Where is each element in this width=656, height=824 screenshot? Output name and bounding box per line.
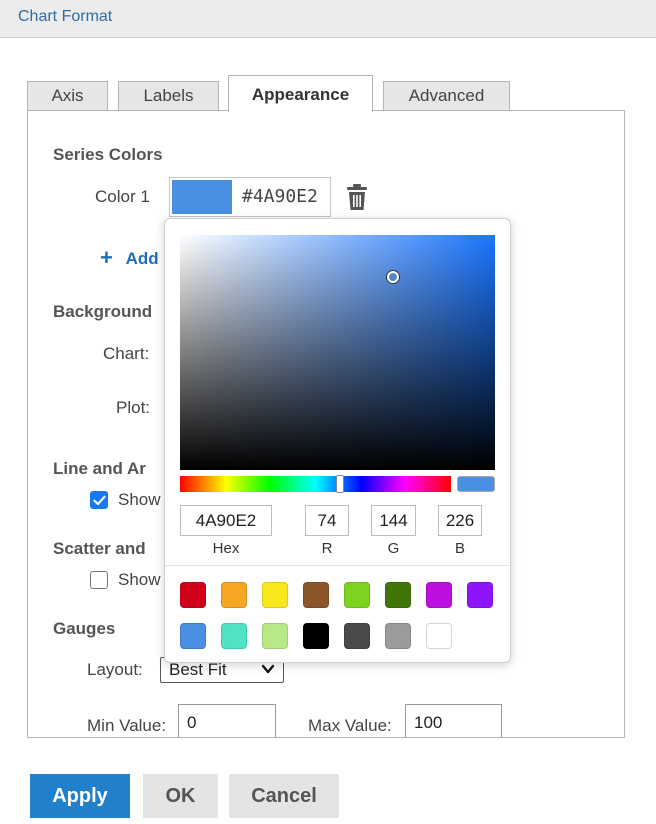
- tab-appearance[interactable]: Appearance: [228, 75, 373, 112]
- preset-swatch[interactable]: [426, 623, 452, 649]
- chevron-down-icon: [261, 664, 275, 674]
- hex-input[interactable]: 4A90E2: [180, 505, 272, 536]
- line-area-show-checkbox[interactable]: [90, 491, 108, 509]
- dialog-titlebar: Chart Format: [0, 0, 656, 38]
- preset-swatch[interactable]: [180, 582, 206, 608]
- line-area-show-label: Show: [118, 490, 161, 509]
- ok-button[interactable]: OK: [143, 774, 218, 818]
- preset-swatch[interactable]: [344, 623, 370, 649]
- g-label: G: [387, 540, 400, 557]
- color-preview: [457, 476, 495, 492]
- r-label: R: [321, 540, 333, 557]
- line-area-title: Line and Ar: [53, 459, 146, 478]
- r-input[interactable]: 74: [305, 505, 349, 536]
- trash-icon[interactable]: [346, 183, 368, 211]
- preset-swatch[interactable]: [385, 582, 411, 608]
- color-selection-handle[interactable]: [387, 271, 399, 283]
- gauge-layout-label: Layout:: [87, 660, 143, 679]
- cancel-button[interactable]: Cancel: [229, 774, 339, 818]
- add-color-label: Add: [125, 249, 159, 268]
- hex-label: Hex: [212, 540, 240, 557]
- preset-swatch[interactable]: [344, 582, 370, 608]
- picker-divider: [165, 565, 510, 566]
- tab-axis[interactable]: Axis: [27, 81, 108, 111]
- scatter-show-label: Show: [118, 570, 161, 589]
- g-input[interactable]: 144: [371, 505, 416, 536]
- preset-swatch[interactable]: [426, 582, 452, 608]
- color1-swatch: [172, 180, 232, 214]
- series-colors-title: Series Colors: [53, 145, 163, 164]
- color1-picker-button[interactable]: #4A90E2: [169, 177, 331, 217]
- preset-swatch[interactable]: [221, 623, 247, 649]
- preset-swatch[interactable]: [262, 582, 288, 608]
- hue-slider-thumb[interactable]: [336, 475, 344, 493]
- preset-swatch[interactable]: [180, 623, 206, 649]
- color1-label: Color 1: [95, 187, 150, 206]
- saturation-value-area[interactable]: [180, 235, 495, 470]
- preset-swatch[interactable]: [467, 582, 493, 608]
- max-value-input[interactable]: 100: [405, 704, 502, 737]
- preset-swatch[interactable]: [221, 582, 247, 608]
- min-value-input[interactable]: 0: [178, 704, 276, 737]
- color1-hex-value: #4A90E2: [242, 186, 318, 207]
- hue-slider[interactable]: [180, 475, 451, 493]
- add-color-button[interactable]: + Add: [100, 244, 159, 270]
- chart-bg-label: Chart:: [103, 344, 150, 363]
- preset-swatch[interactable]: [303, 582, 329, 608]
- dialog-title: Chart Format: [18, 8, 113, 25]
- b-label: B: [454, 540, 465, 557]
- color-picker-popup: 4A90E2 74 144 226 Hex R G B: [164, 218, 511, 663]
- tab-labels[interactable]: Labels: [118, 81, 219, 111]
- check-icon: [92, 495, 106, 505]
- plus-icon: +: [100, 245, 113, 270]
- scatter-title: Scatter and: [53, 539, 146, 558]
- preset-swatch[interactable]: [262, 623, 288, 649]
- background-title: Background: [53, 302, 153, 321]
- gauges-title: Gauges: [53, 619, 116, 638]
- scatter-show-checkbox[interactable]: [90, 571, 108, 589]
- apply-button[interactable]: Apply: [30, 774, 130, 818]
- preset-swatch[interactable]: [385, 623, 411, 649]
- b-input[interactable]: 226: [438, 505, 482, 536]
- tab-advanced[interactable]: Advanced: [383, 81, 510, 111]
- min-value-label: Min Value:: [87, 716, 167, 735]
- plot-bg-label: Plot:: [116, 398, 151, 417]
- preset-swatch[interactable]: [303, 623, 329, 649]
- max-value-label: Max Value:: [308, 716, 392, 735]
